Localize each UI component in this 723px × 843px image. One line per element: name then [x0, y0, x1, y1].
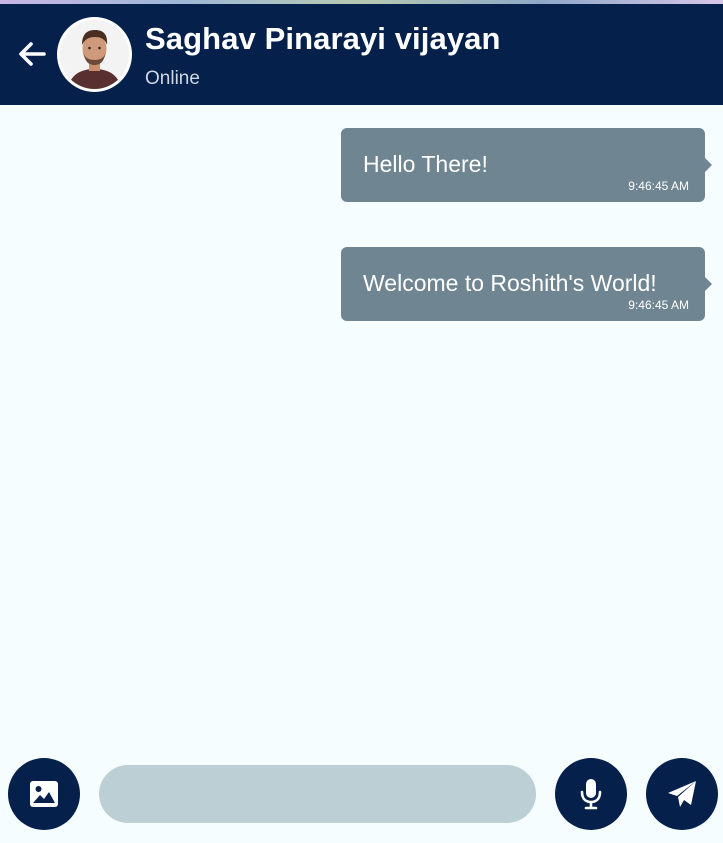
chat-header: Saghav Pinarayi vijayan Online	[0, 4, 723, 105]
message-input[interactable]	[99, 765, 536, 823]
attach-image-button[interactable]	[8, 758, 80, 830]
voice-record-button[interactable]	[555, 758, 627, 830]
message-time: 9:46:45 AM	[628, 298, 689, 312]
image-icon	[30, 781, 58, 807]
contact-name: Saghav Pinarayi vijayan	[145, 21, 501, 56]
person-avatar	[60, 20, 129, 89]
send-icon	[668, 781, 696, 807]
message-time: 9:46:45 AM	[628, 179, 689, 193]
send-button[interactable]	[646, 758, 718, 830]
avatar[interactable]	[57, 17, 132, 92]
message-text: Hello There!	[363, 151, 488, 177]
back-button[interactable]	[14, 36, 50, 72]
message-bubble: Hello There! 9:46:45 AM	[341, 128, 712, 202]
microphone-icon	[580, 779, 602, 810]
message-bubble: Welcome to Roshith's World! 9:46:45 AM	[341, 247, 712, 321]
arrow-left-icon	[19, 42, 46, 66]
contact-status: Online	[145, 68, 200, 89]
message-text: Welcome to Roshith's World!	[363, 270, 657, 296]
